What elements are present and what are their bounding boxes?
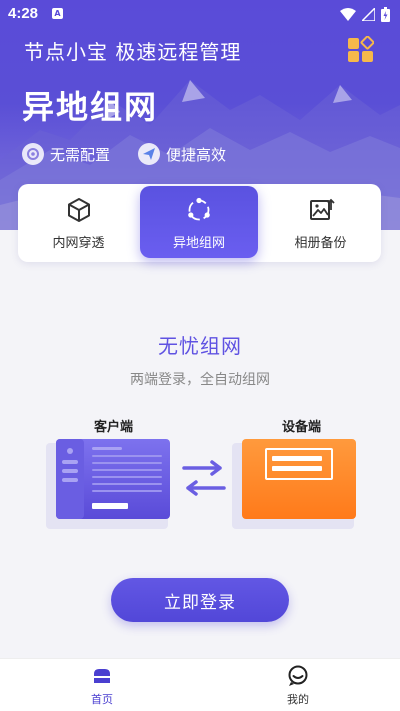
tab-remote-networking[interactable]: 异地组网 <box>140 186 258 258</box>
feature-label: 无需配置 <box>50 145 111 164</box>
login-button[interactable]: 立即登录 <box>111 578 289 622</box>
paper-plane-icon <box>138 143 160 165</box>
notification-icon: A <box>52 8 63 19</box>
image-upload-icon <box>309 198 335 220</box>
cube-icon <box>67 198 90 222</box>
tab-album-backup[interactable]: 相册备份 <box>260 184 381 262</box>
page-title: 异地组网 <box>22 88 159 126</box>
tab-label: 异地组网 <box>172 236 225 251</box>
bottom-navigation: 首页 我的 <box>0 658 400 711</box>
nav-label: 首页 <box>91 693 113 706</box>
device-illustration <box>232 439 356 529</box>
status-bar: 4:28 A <box>0 0 400 28</box>
network-nodes-icon <box>188 197 210 221</box>
nav-home[interactable]: 首页 <box>72 665 132 707</box>
sync-arrows-icon <box>182 460 226 496</box>
tab-label: 内网穿透 <box>52 236 105 251</box>
profile-icon <box>288 665 308 686</box>
feature-label: 便捷高效 <box>166 145 227 164</box>
wifi-icon <box>340 7 356 21</box>
tab-label: 相册备份 <box>294 236 347 251</box>
client-illustration <box>46 439 170 529</box>
config-free-icon <box>22 143 44 165</box>
nav-label: 我的 <box>287 693 309 706</box>
feature-efficient: 便捷高效 <box>138 143 226 165</box>
app-title: 节点小宝 极速远程管理 <box>24 40 242 64</box>
section-title: 无忧组网 <box>158 334 242 358</box>
home-icon <box>94 669 110 683</box>
feature-tabs: 内网穿透 异地组网 相册备份 <box>18 184 381 262</box>
tab-intranet-penetration[interactable]: 内网穿透 <box>18 184 139 262</box>
battery-icon <box>381 6 390 22</box>
apps-grid-icon[interactable] <box>348 36 374 62</box>
section-subtitle: 两端登录，全自动组网 <box>130 372 270 388</box>
signal-icon <box>362 7 375 21</box>
nav-profile[interactable]: 我的 <box>268 665 328 707</box>
feature-no-config: 无需配置 <box>22 143 110 165</box>
status-time: 4:28 <box>8 5 39 22</box>
